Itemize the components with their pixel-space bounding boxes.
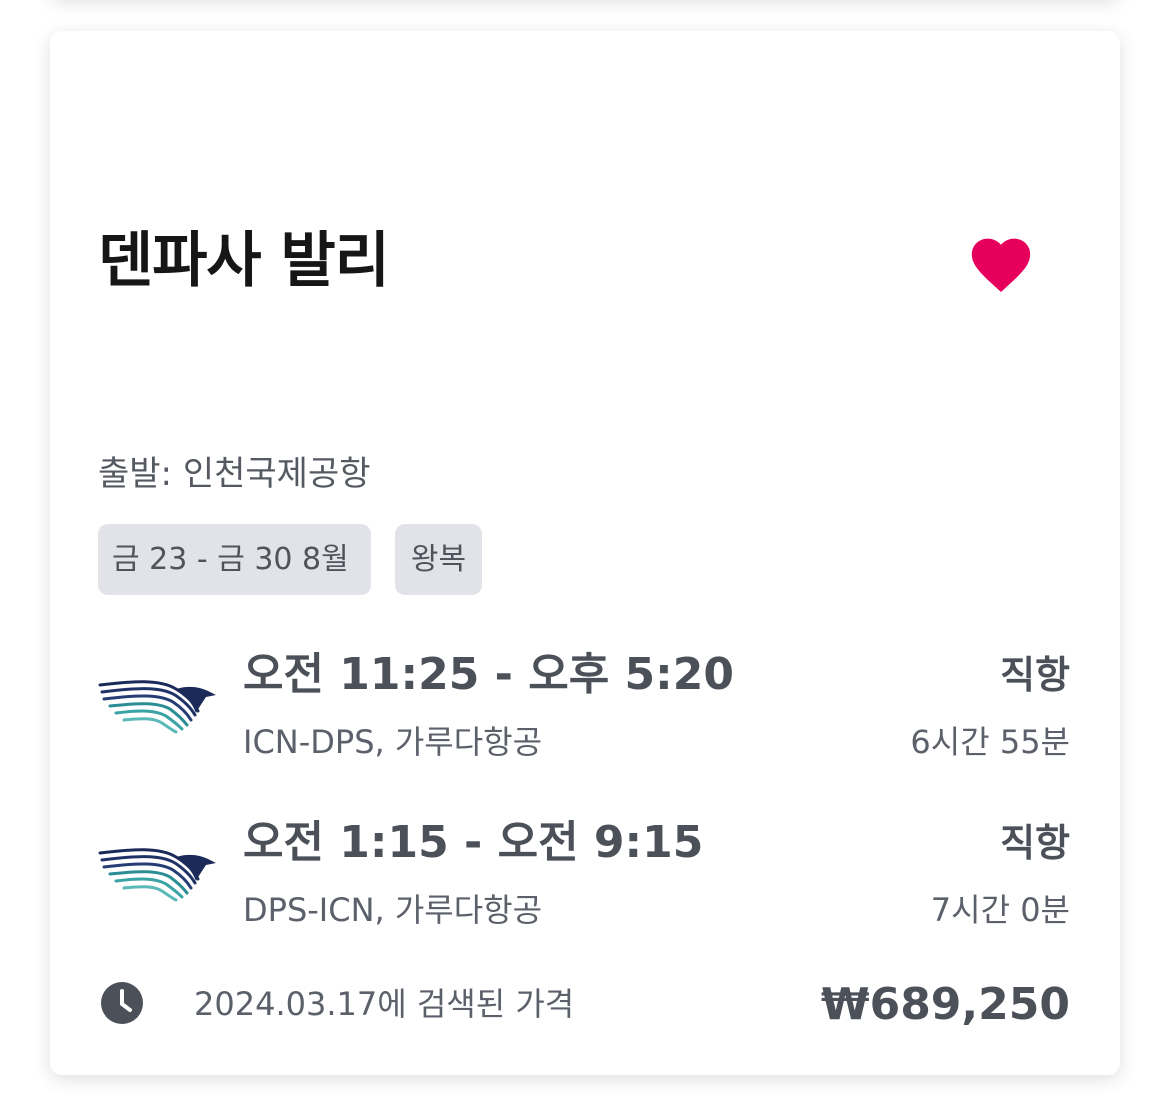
leg-stops: 직항 (1000, 821, 1070, 865)
leg-route: DPS-ICN, 가루다항공 (243, 891, 543, 929)
departure-airport: 출발: 인천국제공항 (98, 454, 371, 494)
heart-icon[interactable] (966, 229, 1036, 295)
leg-duration: 6시간 55분 (910, 723, 1070, 761)
return-leg: 오전 1:15 - 오전 9:15 DPS-ICN, 가루다항공 직항 7시간 … (50, 811, 1120, 941)
price-search-date: 2024.03.17에 검색된 가격 (194, 985, 575, 1023)
leg-duration: 7시간 0분 (930, 891, 1070, 929)
flight-result-card[interactable]: 덴파사 발리 출발: 인천국제공항 금 23 - 금 30 8월 왕복 오전 1… (50, 31, 1120, 1075)
destination-title: 덴파사 발리 (98, 226, 390, 296)
garuda-indonesia-logo (98, 848, 216, 902)
clock-icon (101, 982, 143, 1024)
travel-dates-chip: 금 23 - 금 30 8월 (98, 524, 371, 595)
leg-stops: 직항 (1000, 653, 1070, 697)
total-price: ₩689,250 (821, 979, 1070, 1030)
leg-time: 오전 1:15 - 오전 9:15 (243, 817, 704, 868)
garuda-indonesia-logo (98, 680, 216, 734)
trip-type-chip: 왕복 (395, 524, 482, 595)
leg-time: 오전 11:25 - 오후 5:20 (243, 649, 734, 700)
leg-route: ICN-DPS, 가루다항공 (243, 723, 543, 761)
outbound-leg: 오전 11:25 - 오후 5:20 ICN-DPS, 가루다항공 직항 6시간… (50, 643, 1120, 773)
